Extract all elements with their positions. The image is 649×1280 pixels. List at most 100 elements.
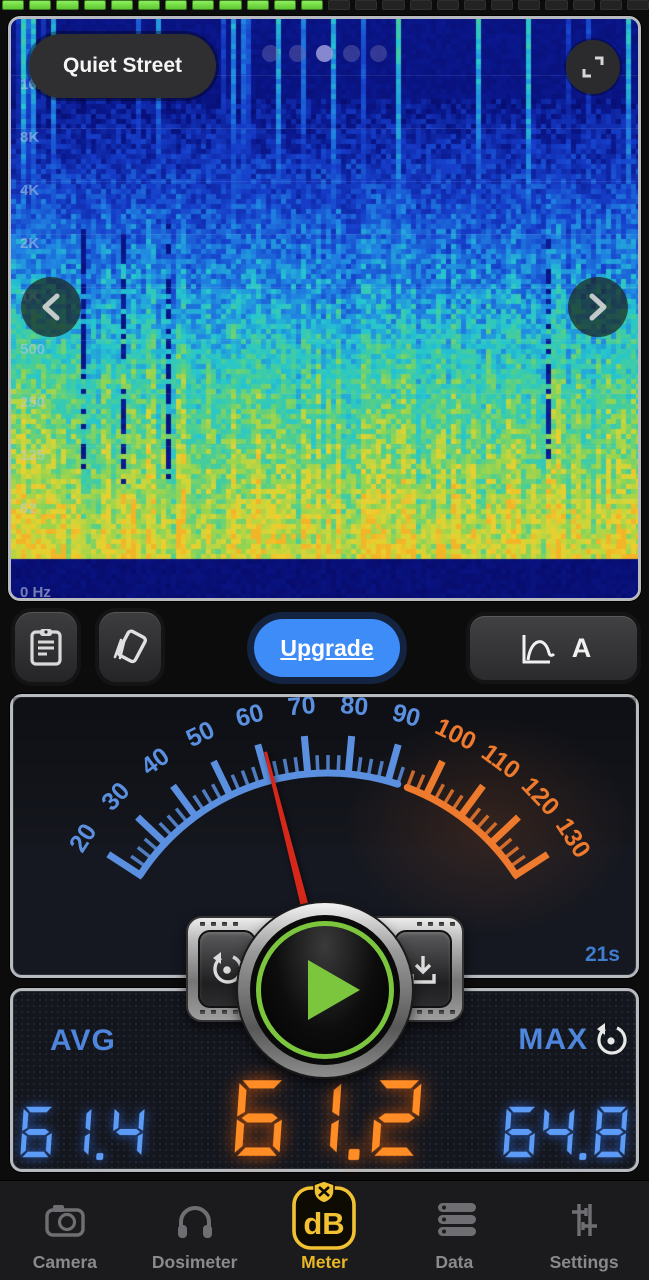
plate-rivet — [211, 1010, 216, 1014]
seven-seg-digit — [594, 1106, 629, 1158]
plate-rivet — [233, 1010, 238, 1014]
plate-rivet — [200, 1010, 205, 1014]
octave-gridline — [11, 446, 638, 447]
page-dot[interactable] — [262, 45, 279, 62]
plate-rivet — [428, 922, 433, 926]
plate-rivet — [200, 922, 205, 926]
page-dot[interactable] — [370, 45, 387, 62]
frequency-label: 8K — [20, 129, 40, 146]
led-segment — [572, 0, 595, 10]
db-badge-label: dB — [304, 1206, 345, 1241]
max-display — [503, 1104, 629, 1160]
plate-rivet — [222, 1010, 227, 1014]
page-dot[interactable] — [316, 45, 333, 62]
seven-seg-digit — [113, 1108, 146, 1156]
svg-text:70: 70 — [287, 697, 317, 721]
avg-label: AVG — [50, 1024, 116, 1057]
page-dot[interactable] — [289, 45, 306, 62]
octave-gridline — [11, 181, 638, 182]
preset-pill[interactable]: Quiet Street — [29, 34, 217, 98]
frequency-label: 500 — [20, 341, 46, 358]
swipe-cards-icon — [113, 629, 147, 664]
led-segment — [56, 0, 79, 10]
chevron-right-icon — [589, 293, 607, 321]
svg-text:110: 110 — [476, 738, 525, 784]
plate-rivet — [417, 922, 422, 926]
max-reset-control[interactable]: MAX — [518, 1022, 629, 1058]
led-segment — [355, 0, 378, 10]
frequency-label: 2K — [20, 235, 40, 252]
plate-rivet — [211, 922, 216, 926]
spectrogram-canvas — [11, 19, 638, 598]
tab-data[interactable]: Data — [389, 1181, 519, 1280]
led-segment — [300, 0, 324, 10]
led-segment — [599, 0, 622, 10]
decimal-point — [348, 1149, 360, 1160]
max-label: MAX — [518, 1023, 588, 1056]
led-segment — [246, 0, 269, 10]
svg-text:60: 60 — [233, 698, 267, 732]
led-segment — [409, 0, 432, 10]
frequency-baseline-label: 0 Hz — [20, 584, 51, 601]
headphones-icon — [175, 1188, 215, 1252]
plate-rivet — [233, 922, 238, 926]
seven-seg-digit — [503, 1106, 536, 1158]
led-segment — [463, 0, 487, 10]
led-segment — [436, 0, 459, 10]
tab-dosimeter[interactable]: Dosimeter — [130, 1181, 260, 1280]
tab-dosimeter-label: Dosimeter — [151, 1252, 238, 1272]
weighting-curve-icon — [522, 635, 555, 664]
led-segment — [83, 0, 106, 10]
next-page-button[interactable] — [568, 277, 628, 337]
tab-camera[interactable]: Camera — [0, 1181, 130, 1280]
presets-button[interactable] — [99, 612, 161, 682]
svg-text:30: 30 — [96, 777, 135, 816]
led-segment — [165, 0, 188, 10]
svg-text:80: 80 — [339, 697, 369, 721]
frequency-weighting-button[interactable]: A — [470, 616, 637, 680]
led-segment — [491, 0, 514, 10]
page-dot[interactable] — [343, 45, 360, 62]
led-segment — [626, 0, 649, 10]
plate-rivet — [450, 922, 455, 926]
data-icon — [432, 1188, 477, 1252]
plate-rivet — [222, 922, 227, 926]
reset-max-icon — [597, 1023, 627, 1055]
tab-settings-label: Settings — [549, 1252, 619, 1272]
led-segment — [518, 0, 541, 10]
frequency-label: 125 — [20, 447, 46, 464]
plate-rivet — [428, 1010, 433, 1014]
upgrade-button[interactable]: Upgrade — [254, 619, 400, 677]
seven-seg-digit — [234, 1080, 283, 1156]
upgrade-label: Upgrade — [280, 634, 374, 661]
tab-settings[interactable]: Settings — [519, 1181, 649, 1280]
tab-meter-label: Meter — [301, 1252, 348, 1272]
tab-meter[interactable]: dB Meter — [260, 1180, 390, 1280]
octave-gridline — [11, 499, 638, 500]
octave-gridline — [11, 340, 638, 341]
led-segment — [110, 0, 133, 10]
led-segment — [382, 0, 405, 10]
weighting-label: A — [571, 632, 592, 663]
led-segment — [2, 0, 25, 10]
svg-text:120: 120 — [516, 772, 565, 822]
plate-rivet — [450, 1010, 455, 1014]
svg-text:100: 100 — [431, 713, 481, 756]
led-segment — [192, 0, 215, 10]
report-button[interactable] — [15, 612, 77, 682]
led-segment — [545, 0, 568, 10]
plate-rivet — [439, 922, 444, 926]
expand-button[interactable] — [566, 40, 620, 94]
chevron-left-icon — [42, 293, 60, 321]
prev-page-button[interactable] — [21, 277, 81, 337]
clipboard-icon — [30, 629, 62, 666]
svg-text:20: 20 — [64, 819, 103, 858]
plate-rivet — [417, 1010, 422, 1014]
seven-seg-digit — [20, 1106, 53, 1158]
decimal-point — [579, 1152, 587, 1160]
seven-seg-digit — [543, 1108, 575, 1156]
octave-gridline — [11, 393, 638, 394]
octave-gridline — [11, 128, 638, 129]
frequency-label: 62 — [20, 500, 37, 517]
svg-text:90: 90 — [389, 698, 423, 732]
